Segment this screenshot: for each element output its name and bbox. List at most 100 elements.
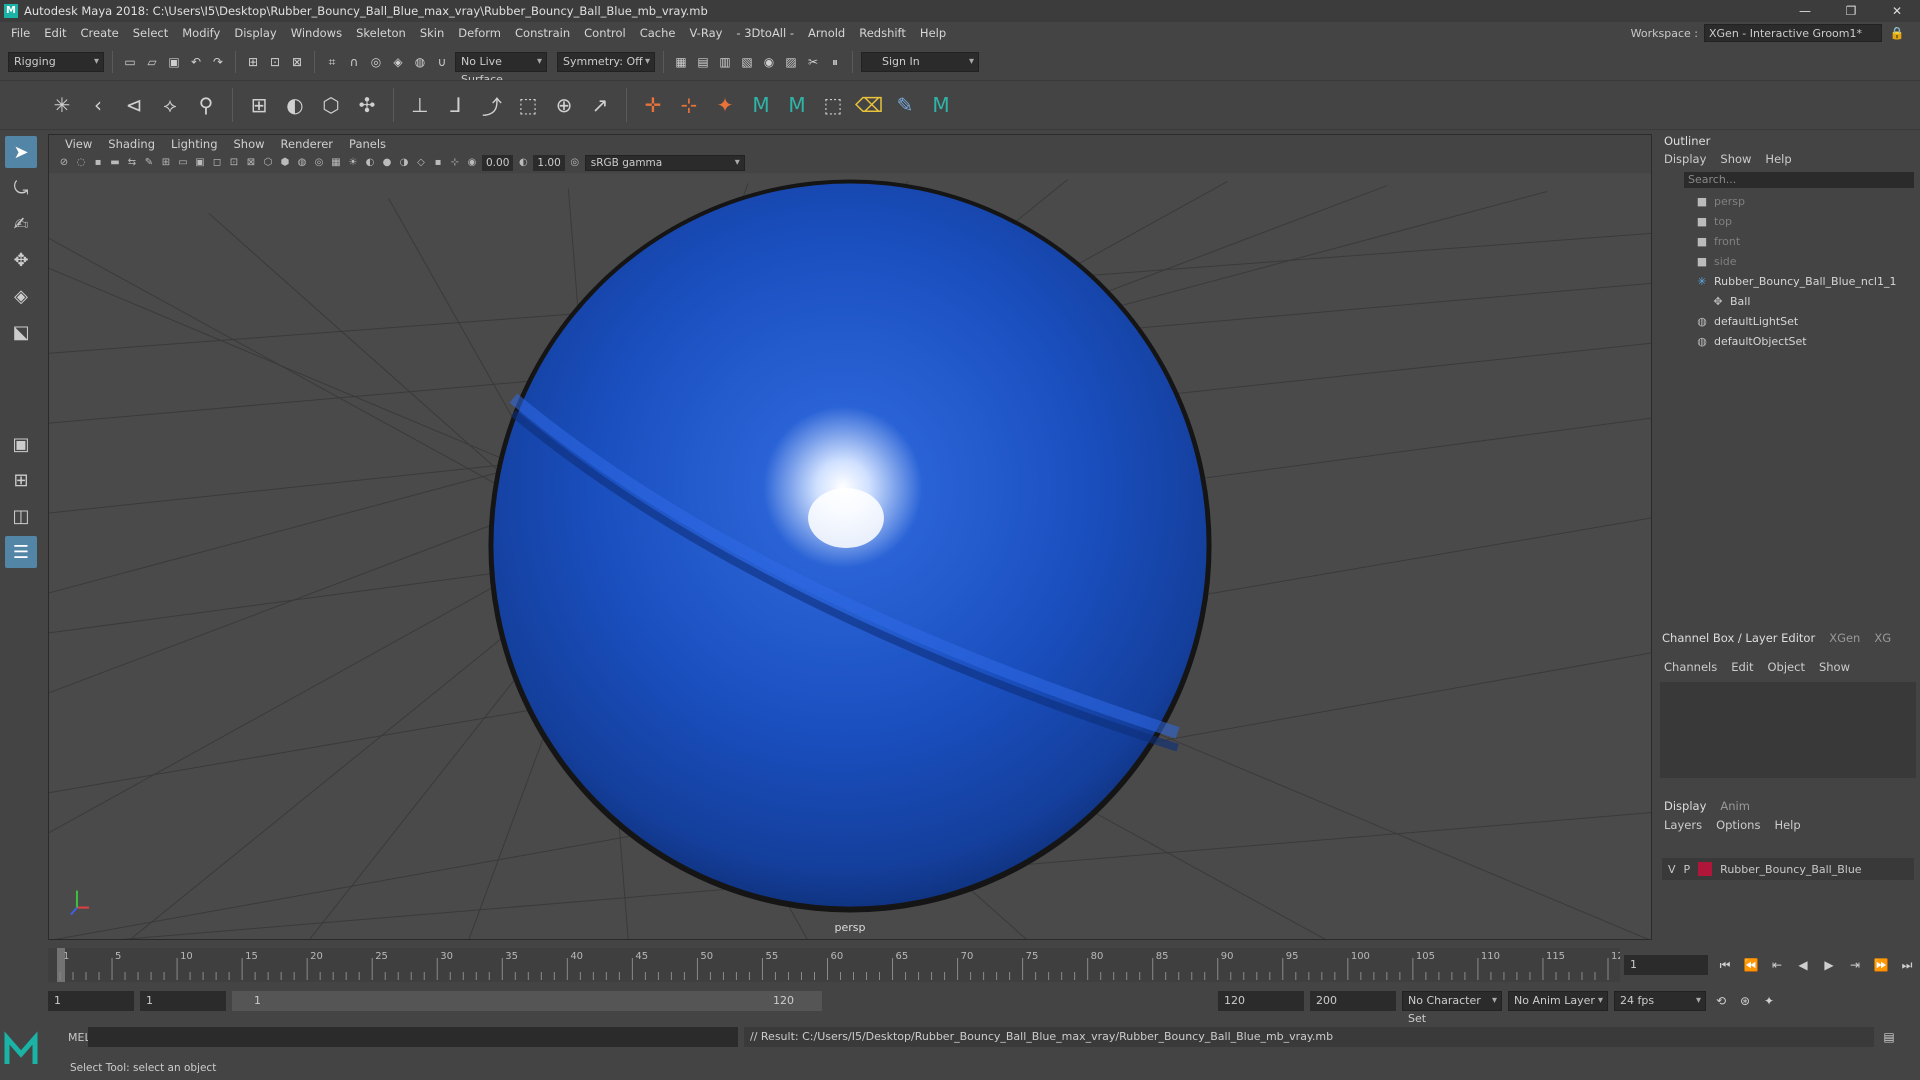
loop-icon[interactable]: ⟲ xyxy=(1712,992,1730,1010)
wireframe-on-shaded-icon[interactable]: ◍ xyxy=(295,156,309,170)
film-gate-icon[interactable]: ▭ xyxy=(176,156,190,170)
smooth-shade-icon[interactable]: ⬢ xyxy=(278,156,292,170)
tab-display-layers[interactable]: Display xyxy=(1664,796,1706,816)
scale-constraint-icon[interactable]: ⬚ xyxy=(514,91,542,119)
viewport-scene[interactable] xyxy=(49,173,1651,940)
image-plane-icon[interactable]: ▬ xyxy=(108,156,122,170)
vray-icon[interactable]: ✂ xyxy=(804,53,822,71)
gamma-field[interactable]: 1.00 xyxy=(533,155,565,171)
snap-grid-icon[interactable]: ⌗ xyxy=(323,53,341,71)
maximize-button[interactable]: ❐ xyxy=(1828,0,1874,22)
outliner-item[interactable]: ✥ Ball xyxy=(1656,292,1906,312)
menu-constrain[interactable]: Constrain xyxy=(508,26,577,40)
close-button[interactable]: ✕ xyxy=(1874,0,1920,22)
humanik-icon[interactable]: ⚲ xyxy=(192,91,220,119)
cb-menu-show[interactable]: Show xyxy=(1819,658,1850,676)
outliner-menu-show[interactable]: Show xyxy=(1720,150,1751,168)
menu-arnold[interactable]: Arnold xyxy=(801,26,852,40)
redo-icon[interactable]: ↷ xyxy=(209,53,227,71)
shadows-icon[interactable]: ◐ xyxy=(363,156,377,170)
orient-constraint-icon[interactable]: ⤴ xyxy=(478,91,506,119)
step-back-key-icon[interactable]: ⏪ xyxy=(1742,956,1760,974)
outliner-search-input[interactable]: Search... xyxy=(1684,172,1914,188)
wireframe-icon[interactable]: ⬡ xyxy=(261,156,275,170)
vp-menu-lighting[interactable]: Lighting xyxy=(163,137,225,151)
render-settings-icon[interactable]: ▧ xyxy=(738,53,756,71)
bookmark-icon[interactable]: ▪ xyxy=(91,156,105,170)
anim-layer-dropdown[interactable]: No Anim Layer xyxy=(1508,991,1608,1011)
ambient-occlusion-icon[interactable]: ● xyxy=(380,156,394,170)
ik-spline-icon[interactable]: ⊲ xyxy=(120,91,148,119)
current-frame-field[interactable]: 1 xyxy=(1624,955,1708,975)
layer-color-swatch[interactable] xyxy=(1698,862,1713,876)
scale-tool-icon[interactable]: ⬕ xyxy=(5,316,37,348)
outliner-item[interactable]: ✳ Rubber_Bouncy_Ball_Blue_ncl1_1 xyxy=(1656,272,1906,292)
current-time-indicator[interactable] xyxy=(57,948,65,982)
menu-display[interactable]: Display xyxy=(227,26,283,40)
paint-tool-icon[interactable]: ✎ xyxy=(891,91,919,119)
vp-menu-show[interactable]: Show xyxy=(226,137,273,151)
antialias-icon[interactable]: ◇ xyxy=(414,156,428,170)
playback-end-field[interactable]: 120 xyxy=(1218,991,1304,1011)
locator-icon[interactable]: ✛ xyxy=(639,91,667,119)
cluster-icon[interactable]: ✣ xyxy=(353,91,381,119)
outliner-item[interactable]: ■ top xyxy=(1656,212,1906,232)
lights-icon[interactable]: ☀ xyxy=(346,156,360,170)
resolution-gate-icon[interactable]: ▣ xyxy=(193,156,207,170)
mirror-joint-icon[interactable]: ⟡ xyxy=(156,91,184,119)
outliner-menu-help[interactable]: Help xyxy=(1765,150,1791,168)
minimize-button[interactable]: — xyxy=(1782,0,1828,22)
outliner-item[interactable]: ◍ defaultLightSet xyxy=(1656,312,1906,332)
menu-redshift[interactable]: Redshift xyxy=(852,26,913,40)
aim-constraint-icon[interactable]: ⊕ xyxy=(550,91,578,119)
layer-menu-help[interactable]: Help xyxy=(1774,816,1800,834)
grease-pencil-icon[interactable]: ✎ xyxy=(142,156,156,170)
exposure-icon[interactable]: ◉ xyxy=(465,156,479,170)
play-backwards-icon[interactable]: ◀ xyxy=(1794,956,1812,974)
sign-in-dropdown[interactable]: Sign In xyxy=(861,52,979,72)
time-slider[interactable]: 1 5 10 15 20 25 30 35 40 45 50 55 60 65 70 75 80 85 90 95 10… xyxy=(48,948,1620,982)
outliner-menu-display[interactable]: Display xyxy=(1664,150,1706,168)
snap-point-icon[interactable]: ◎ xyxy=(367,53,385,71)
render-frame-icon[interactable]: ▦ xyxy=(672,53,690,71)
tab-xgen[interactable]: XGen xyxy=(1829,631,1860,645)
step-forward-key-icon[interactable]: ⏩ xyxy=(1872,956,1890,974)
play-forwards-icon[interactable]: ▶ xyxy=(1820,956,1838,974)
move-tool-icon[interactable]: ✥ xyxy=(5,244,37,276)
playback-start-field[interactable]: 1 xyxy=(140,991,226,1011)
step-forward-frame-icon[interactable]: ⇥ xyxy=(1846,956,1864,974)
command-language-label[interactable]: MEL xyxy=(48,1031,91,1044)
color-management-icon[interactable]: ◎ xyxy=(568,156,582,170)
menu-windows[interactable]: Windows xyxy=(284,26,349,40)
vp-menu-panels[interactable]: Panels xyxy=(341,137,394,151)
lasso-tool-icon[interactable]: ⤿ xyxy=(5,172,37,204)
menu-select[interactable]: Select xyxy=(126,26,175,40)
snap-surface-icon[interactable]: ◍ xyxy=(411,53,429,71)
select-object-icon[interactable]: ⊡ xyxy=(266,53,284,71)
symmetry-dropdown[interactable]: Symmetry: Off xyxy=(557,52,655,72)
exposure-field[interactable]: 0.00 xyxy=(482,155,514,171)
outliner-layout-icon[interactable]: ☰ xyxy=(5,536,37,568)
layer-menu-layers[interactable]: Layers xyxy=(1664,816,1702,834)
snap-curve-icon[interactable]: ∩ xyxy=(345,53,363,71)
live-surface-dropdown[interactable]: No Live Surface xyxy=(455,52,547,86)
vp-menu-shading[interactable]: Shading xyxy=(100,137,163,151)
isolate-select-icon[interactable]: ▪ xyxy=(431,156,445,170)
four-view-layout-icon[interactable]: ⊞ xyxy=(5,464,37,496)
outliner-item[interactable]: ◍ defaultObjectSet xyxy=(1656,332,1906,352)
character-set-dropdown[interactable]: No Character Set xyxy=(1402,991,1502,1025)
xray-icon[interactable]: ◎ xyxy=(312,156,326,170)
safe-action-icon[interactable]: ⊠ xyxy=(244,156,258,170)
gate-mask-icon[interactable]: ◻ xyxy=(210,156,224,170)
layer-visibility-toggle[interactable]: V xyxy=(1668,863,1676,876)
animation-start-field[interactable]: 1 xyxy=(48,991,134,1011)
go-to-end-icon[interactable]: ⏭ xyxy=(1898,956,1916,974)
point-constraint-icon[interactable]: ⅃ xyxy=(442,91,470,119)
textured-icon[interactable]: ▦ xyxy=(329,156,343,170)
vp-menu-view[interactable]: View xyxy=(57,137,100,151)
menu-skin[interactable]: Skin xyxy=(413,26,451,40)
eraser-icon[interactable]: ⌫ xyxy=(855,91,883,119)
menu-create[interactable]: Create xyxy=(74,26,126,40)
vp-menu-renderer[interactable]: Renderer xyxy=(273,137,342,151)
motion-blur-icon[interactable]: ◑ xyxy=(397,156,411,170)
